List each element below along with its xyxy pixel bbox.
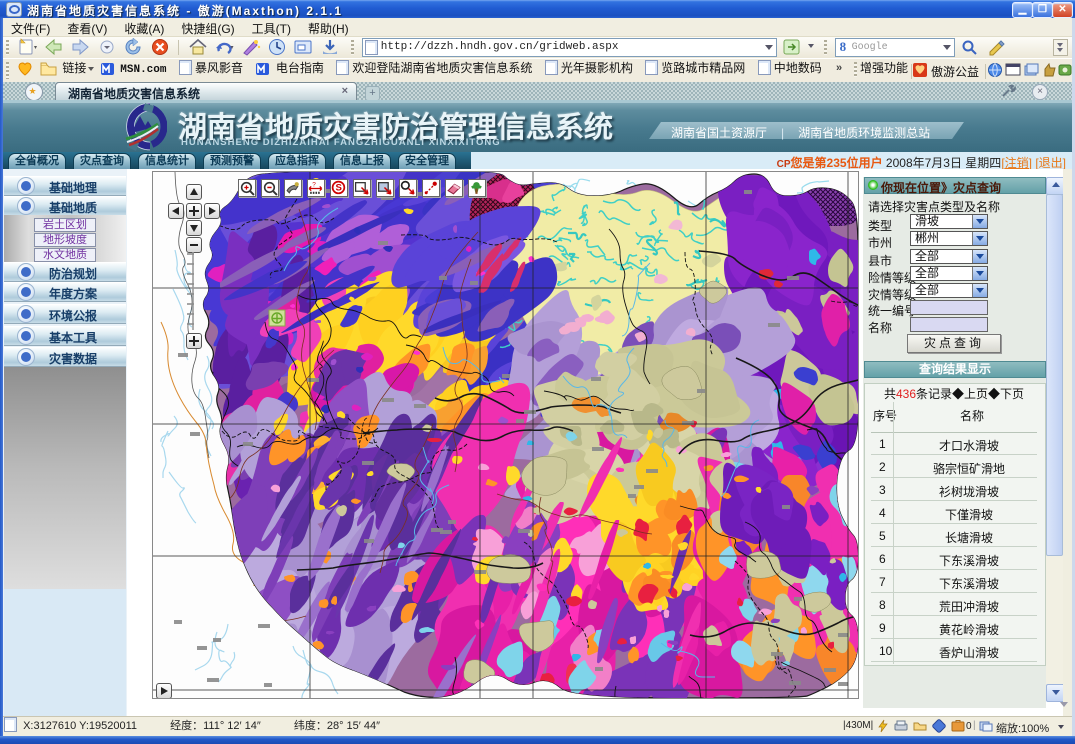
svg-text:?: ? (312, 181, 316, 188)
svg-text:S: S (335, 183, 342, 194)
